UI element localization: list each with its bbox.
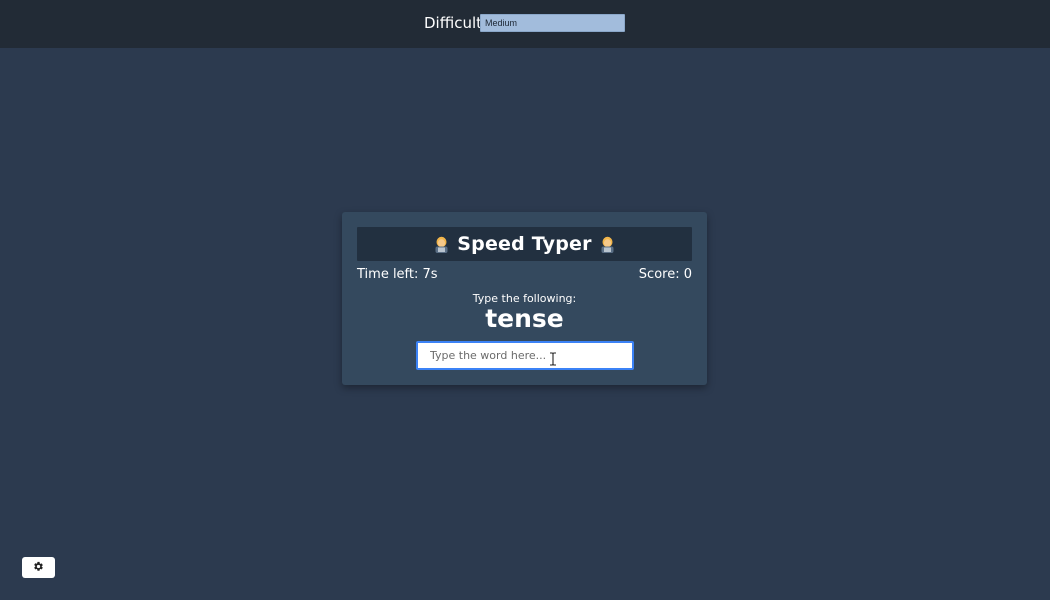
game-card: Speed Typer Time left: 7s Score: 0 Type … bbox=[342, 212, 707, 385]
time-left: Time left: 7s bbox=[357, 267, 438, 282]
top-bar: Difficulty Medium bbox=[0, 0, 1050, 48]
score: Score: 0 bbox=[638, 267, 692, 282]
text-cursor-icon bbox=[549, 351, 557, 366]
technologist-left-icon bbox=[434, 236, 449, 253]
word-input[interactable] bbox=[416, 341, 634, 370]
target-word: tense bbox=[485, 304, 564, 333]
gear-icon bbox=[33, 560, 44, 575]
game-title: Speed Typer bbox=[457, 233, 592, 255]
difficulty-select[interactable]: Medium bbox=[480, 14, 625, 32]
technologist-right-icon bbox=[600, 236, 615, 253]
settings-button[interactable] bbox=[22, 557, 55, 578]
title-box: Speed Typer bbox=[357, 227, 692, 261]
difficulty-selected-value: Medium bbox=[485, 18, 518, 28]
